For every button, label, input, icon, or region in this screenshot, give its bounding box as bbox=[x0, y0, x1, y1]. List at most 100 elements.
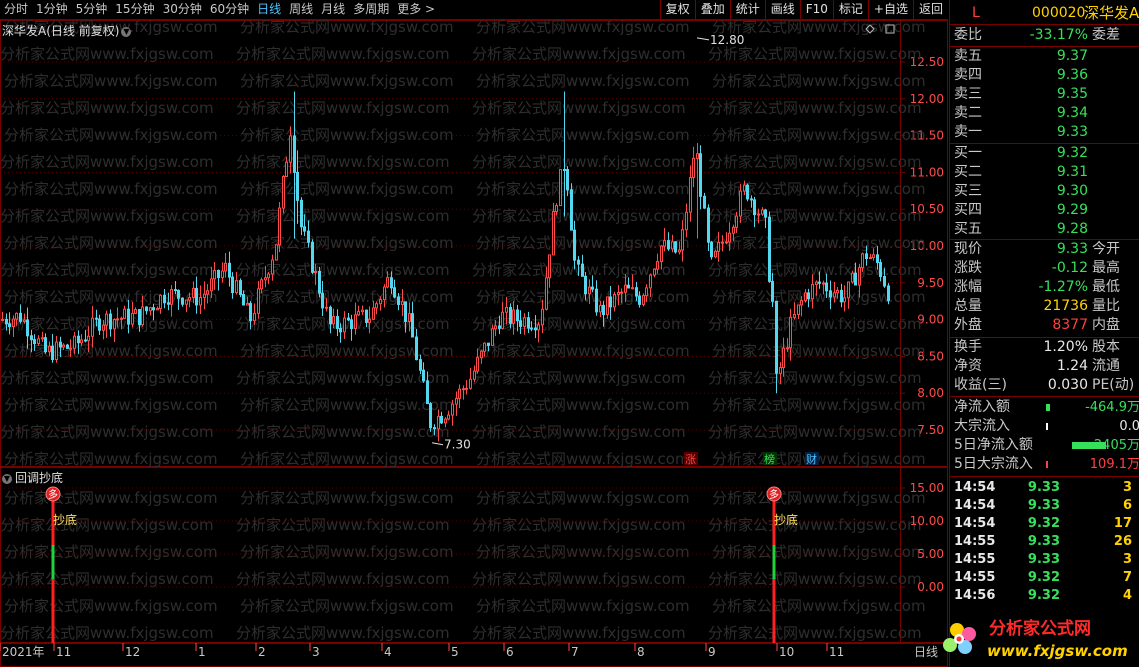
candle-body bbox=[505, 306, 508, 313]
sell-row-4: 卖一 9.33 bbox=[950, 123, 1139, 142]
candle-body bbox=[782, 347, 785, 369]
candle-body bbox=[602, 304, 605, 316]
tick-row-5[interactable]: 14:55 9.32 7 bbox=[950, 569, 1139, 587]
tool-button-6[interactable]: +自选 bbox=[867, 0, 913, 19]
buy-signal-0[interactable]: 多抄底 bbox=[45, 486, 77, 643]
candle-body bbox=[185, 299, 188, 305]
watermark-text: 分析家公式网www.fxjgsw.com bbox=[236, 45, 450, 63]
fund-value: 1.24 bbox=[1056, 358, 1088, 374]
candle-body bbox=[84, 339, 87, 342]
candle-body bbox=[253, 312, 256, 322]
period-tab-7[interactable]: 周线 bbox=[285, 0, 317, 19]
candle-body bbox=[692, 157, 695, 179]
period-tab-5[interactable]: 60分钟 bbox=[206, 0, 253, 19]
tick-row-0[interactable]: 14:54 9.33 3 bbox=[950, 479, 1139, 497]
candle-body bbox=[321, 292, 324, 309]
flow-row-2: 5日净流入额 -2405万 bbox=[950, 436, 1139, 455]
period-tab-0[interactable]: 分时 bbox=[0, 0, 32, 19]
x-axis: 2021年 11 12 1 2 3 4 5 6 7 8 9 10 11 日线 bbox=[0, 643, 948, 667]
kline-chart-panel[interactable]: 12.50 12.00 11.50 11.00 10.50 10.00 9.50 9.00 8.… bbox=[0, 20, 948, 467]
candle-body bbox=[141, 306, 144, 326]
kline-chart-svg[interactable]: 12.5012.0011.5011.0010.5010.009.509.008.… bbox=[0, 20, 948, 467]
candle-body bbox=[206, 290, 209, 295]
x-axis-label: 11 bbox=[56, 645, 71, 659]
candle-body bbox=[260, 279, 263, 290]
event-marker-0[interactable]: 涨 bbox=[685, 453, 696, 466]
watermark-text: 分析家公式网www.fxjgsw.com bbox=[0, 423, 214, 441]
period-tab-10[interactable]: 更多 > bbox=[393, 0, 439, 19]
tool-button-3[interactable]: 画线 bbox=[764, 0, 800, 19]
indicator-chart-svg[interactable]: 分析家公式网www.fxjgsw.com 分析家公式网www.fxjgsw.com… bbox=[0, 467, 948, 643]
candle-body bbox=[199, 297, 202, 306]
candle-body bbox=[177, 289, 180, 299]
weicha-label: 委差 bbox=[1092, 27, 1120, 43]
candle-body bbox=[80, 339, 83, 344]
fund-row-0: 换手 1.20% 股本 bbox=[950, 338, 1139, 357]
period-tab-9[interactable]: 多周期 bbox=[349, 0, 393, 19]
event-marker-2[interactable]: 财 bbox=[806, 452, 817, 466]
watermark-text: 分析家公式网www.fxjgsw.com bbox=[708, 315, 922, 333]
candle-body bbox=[570, 189, 573, 231]
tool-button-7[interactable]: 返回 bbox=[912, 0, 948, 19]
tick-row-2[interactable]: 14:54 9.32 17 bbox=[950, 515, 1139, 533]
tick-row-4[interactable]: 14:55 9.33 3 bbox=[950, 551, 1139, 569]
watermark-text: 分析家公式网www.fxjgsw.com bbox=[476, 288, 690, 306]
candle-body bbox=[462, 388, 465, 391]
watermark-text: 分析家公式网www.fxjgsw.com bbox=[236, 369, 450, 387]
period-tab-1[interactable]: 1分钟 bbox=[32, 0, 72, 19]
tool-button-1[interactable]: 叠加 bbox=[694, 0, 730, 19]
buy-label: 买三 bbox=[954, 183, 982, 199]
watermark-text: 分析家公式网www.fxjgsw.com bbox=[708, 624, 922, 642]
candle-body bbox=[750, 198, 753, 201]
tick-price: 9.33 bbox=[1027, 552, 1060, 567]
period-tab-2[interactable]: 5分钟 bbox=[72, 0, 112, 19]
candle-body bbox=[473, 370, 476, 380]
candle-body bbox=[800, 300, 803, 306]
chevron-down-icon[interactable]: ▼ bbox=[2, 473, 12, 484]
candle-body bbox=[829, 290, 832, 298]
watermark-text: 分析家公式网www.fxjgsw.com bbox=[240, 450, 454, 467]
chevron-down-icon[interactable]: ▼ bbox=[121, 26, 132, 37]
watermark-text: 分析家公式网www.fxjgsw.com bbox=[476, 543, 690, 561]
tick-row-6[interactable]: 14:56 9.32 4 bbox=[950, 587, 1139, 605]
candle-body bbox=[357, 311, 360, 316]
candle-body bbox=[91, 317, 94, 337]
period-tab-8[interactable]: 月线 bbox=[317, 0, 349, 19]
tick-row-1[interactable]: 14:54 9.33 6 bbox=[950, 497, 1139, 515]
period-tab-4[interactable]: 30分钟 bbox=[159, 0, 206, 19]
period-tab-3[interactable]: 15分钟 bbox=[111, 0, 158, 19]
candle-body bbox=[595, 288, 598, 313]
candle-body bbox=[804, 292, 807, 302]
tool-button-2[interactable]: 统计 bbox=[729, 0, 765, 19]
period-tab-6[interactable]: 日线 bbox=[253, 0, 285, 19]
tool-button-0[interactable]: 复权 bbox=[659, 0, 695, 19]
candle-body bbox=[836, 289, 839, 294]
buy-value: 9.29 bbox=[1056, 202, 1088, 218]
tool-button-5[interactable]: 标记 bbox=[832, 0, 868, 19]
watermark-text: 分析家公式网www.fxjgsw.com bbox=[476, 72, 690, 90]
candle-body bbox=[408, 313, 411, 322]
watermark-text: 分析家公式网www.fxjgsw.com bbox=[0, 516, 214, 534]
candle-body bbox=[527, 317, 530, 329]
candle-body bbox=[347, 317, 350, 321]
candle-body bbox=[807, 292, 810, 300]
buy-row-2: 买三 9.30 bbox=[950, 182, 1139, 201]
watermark-text: 分析家公式网www.fxjgsw.com bbox=[0, 207, 214, 225]
candle-body bbox=[336, 316, 339, 329]
candle-body bbox=[311, 241, 314, 273]
fund-label: 收益(三) bbox=[954, 377, 1007, 393]
weibi-value: -33.17% bbox=[1029, 27, 1088, 43]
tool-button-4[interactable]: F10 bbox=[799, 0, 833, 19]
event-marker-1[interactable]: 榜 bbox=[764, 452, 775, 466]
indicator-title[interactable]: ▼ 回调抄底 bbox=[2, 469, 63, 486]
x-axis-label: 7 bbox=[571, 645, 579, 659]
main-chart-title[interactable]: 深华发A(日线 前复权) ▼ bbox=[2, 22, 132, 39]
buy-signal-1[interactable]: 多抄底 bbox=[766, 486, 798, 643]
stock-flag: L bbox=[972, 5, 980, 21]
candle-body bbox=[33, 339, 36, 345]
tick-row-3[interactable]: 14:55 9.33 26 bbox=[950, 533, 1139, 551]
candle-body bbox=[609, 296, 612, 308]
candle-body bbox=[447, 414, 450, 420]
candle-body bbox=[635, 287, 638, 297]
candle-body bbox=[102, 324, 105, 331]
